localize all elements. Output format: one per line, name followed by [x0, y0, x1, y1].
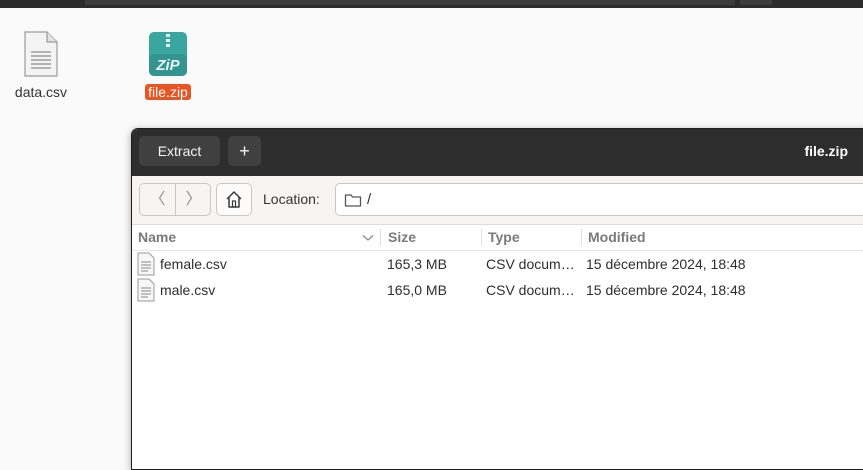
- desktop-icon-label: data.csv: [14, 84, 68, 100]
- extract-button[interactable]: Extract: [139, 136, 220, 166]
- zip-archive-icon: ZiP: [149, 32, 187, 76]
- chevron-down-icon: [362, 235, 374, 241]
- column-headers: Name Size Type Modified: [132, 225, 863, 251]
- archive-manager-window: Extract + file.zip 〈 〉 Location: / Name …: [131, 128, 863, 470]
- column-name-header[interactable]: Name: [138, 225, 378, 250]
- navigation-buttons: 〈 〉: [139, 183, 211, 216]
- file-type: CSV docum…: [486, 282, 575, 298]
- zip-badge-text: ZiP: [155, 57, 180, 74]
- location-toolbar: 〈 〉 Location: /: [132, 176, 863, 225]
- column-separator: [380, 229, 381, 246]
- home-icon: [226, 191, 242, 208]
- header-bar: Extract + file.zip: [132, 129, 863, 176]
- location-field[interactable]: /: [335, 183, 863, 216]
- column-type-header[interactable]: Type: [488, 225, 578, 250]
- location-label: Location:: [263, 191, 320, 207]
- column-name-label: Name: [138, 229, 177, 245]
- column-separator: [581, 229, 582, 246]
- text-file-icon: [137, 278, 155, 302]
- text-file-icon: [24, 31, 58, 77]
- desktop-icon-label: file.zip: [145, 84, 191, 100]
- file-list: female.csv 165,3 MB CSV docum… 15 décemb…: [132, 251, 863, 303]
- panel-segment: [740, 0, 772, 5]
- panel-segment: [85, 0, 735, 5]
- location-path: /: [367, 191, 372, 208]
- forward-button[interactable]: 〉: [175, 184, 210, 215]
- file-name: female.csv: [160, 256, 227, 272]
- column-size-header[interactable]: Size: [388, 225, 480, 250]
- column-modified-header[interactable]: Modified: [588, 225, 828, 250]
- window-title: file.zip: [804, 143, 848, 159]
- file-modified: 15 décembre 2024, 18:48: [586, 256, 746, 272]
- column-separator: [481, 229, 482, 246]
- file-modified: 15 décembre 2024, 18:48: [586, 282, 746, 298]
- chevron-left-icon: 〈: [149, 191, 166, 208]
- back-button[interactable]: 〈: [140, 184, 175, 215]
- file-type: CSV docum…: [486, 256, 575, 272]
- table-row[interactable]: female.csv 165,3 MB CSV docum… 15 décemb…: [132, 251, 863, 277]
- text-file-icon: [137, 252, 155, 276]
- file-name: male.csv: [160, 282, 216, 298]
- folder-icon: [344, 194, 362, 207]
- chevron-right-icon: 〉: [185, 191, 202, 208]
- desktop-icon-file-zip[interactable]: ZiP file.zip: [123, 30, 213, 100]
- home-button[interactable]: [216, 183, 252, 216]
- file-size: 165,0 MB: [387, 282, 447, 298]
- file-size: 165,3 MB: [387, 256, 447, 272]
- desktop-icon-data-csv[interactable]: data.csv: [0, 30, 86, 100]
- add-files-button[interactable]: +: [228, 136, 261, 166]
- top-panel: [0, 0, 863, 8]
- table-row[interactable]: male.csv 165,0 MB CSV docum… 15 décembre…: [132, 277, 863, 303]
